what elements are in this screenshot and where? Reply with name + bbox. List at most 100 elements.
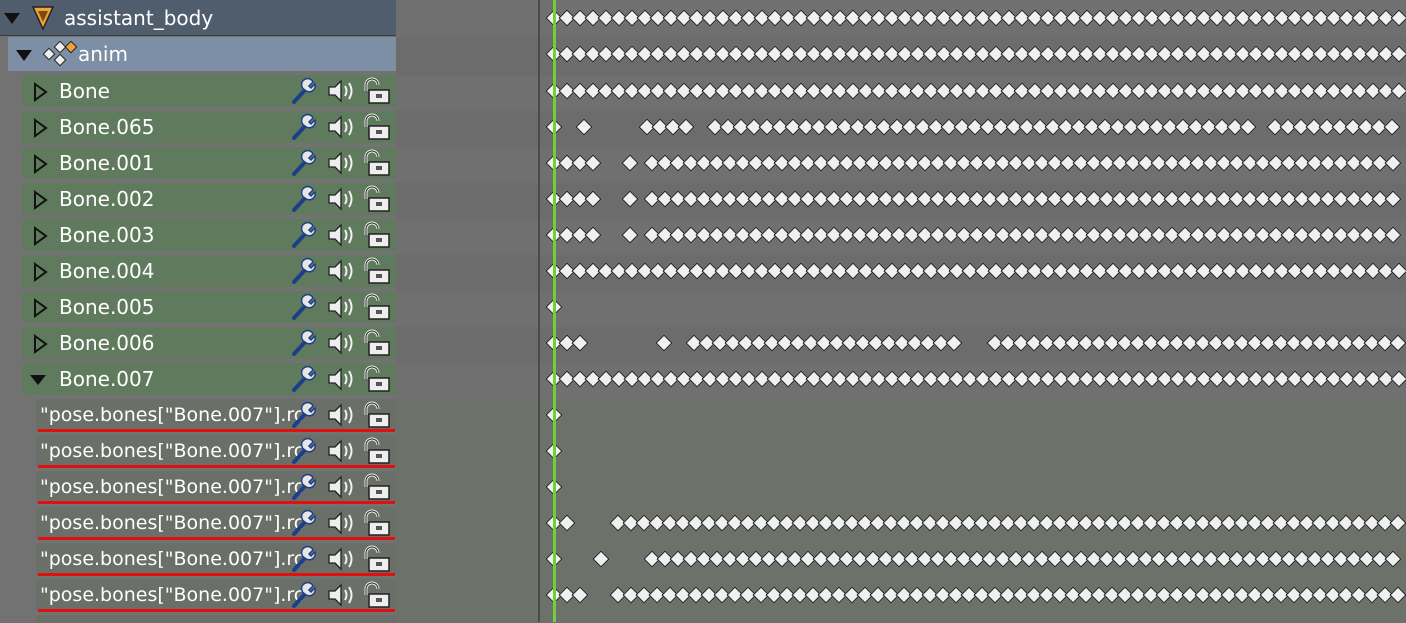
speaker-icon[interactable]: [326, 365, 356, 393]
fcurve-row[interactable]: "pose.bones["Bone.007"].rc: [36, 471, 396, 503]
bone-group-row[interactable]: Bone.001: [22, 147, 396, 179]
speaker-icon[interactable]: [326, 77, 356, 105]
channel-toggles: [290, 545, 394, 573]
wrench-icon[interactable]: [290, 221, 320, 249]
expand-triangle-icon[interactable]: [32, 262, 48, 282]
unlock-icon[interactable]: [360, 509, 392, 537]
unlock-icon[interactable]: [360, 293, 392, 321]
wrench-icon[interactable]: [290, 401, 320, 429]
fcurve-label: "pose.bones["Bone.007"].rc: [40, 440, 302, 462]
action-icon: [42, 41, 78, 67]
bone-group-row[interactable]: Bone.007: [22, 363, 396, 395]
wrench-icon[interactable]: [290, 545, 320, 573]
fcurve-label: "pose.bones["Bone.007"].rc: [40, 476, 302, 498]
wrench-icon[interactable]: [290, 257, 320, 285]
object-row[interactable]: assistant_body: [0, 0, 396, 36]
speaker-icon[interactable]: [326, 149, 356, 177]
bone-group-row[interactable]: Bone.002: [22, 183, 396, 215]
unlock-icon[interactable]: [360, 329, 392, 357]
speaker-icon[interactable]: [326, 545, 356, 573]
channel-toggles: [290, 149, 394, 177]
wrench-icon[interactable]: [290, 293, 320, 321]
channel-toggles: [290, 509, 394, 537]
speaker-icon[interactable]: [326, 257, 356, 285]
fcurve-highlight-underline: [38, 501, 395, 504]
fcurve-label: "pose.bones["Bone.007"].rc: [40, 584, 302, 606]
speaker-icon[interactable]: [326, 509, 356, 537]
object-name: assistant_body: [64, 6, 214, 30]
wrench-icon[interactable]: [290, 77, 320, 105]
channel-toggles: [290, 221, 394, 249]
bone-group-row[interactable]: Bone.006: [22, 327, 396, 359]
channel-toggles: [290, 365, 394, 393]
wrench-icon[interactable]: [290, 113, 320, 141]
unlock-icon[interactable]: [360, 77, 392, 105]
wrench-icon[interactable]: [290, 329, 320, 357]
channel-toggles: [290, 437, 394, 465]
bone-group-label: Bone.002: [59, 187, 155, 211]
fcurve-row[interactable]: "pose.bones["Bone.007"].rc: [36, 543, 396, 575]
channel-toggles: [290, 329, 394, 357]
wrench-icon[interactable]: [290, 437, 320, 465]
unlock-icon[interactable]: [360, 545, 392, 573]
channel-list: assistant_body anim Bone Bone.065 Bone.001…: [0, 0, 396, 623]
collapse-triangle-icon[interactable]: [14, 47, 34, 63]
channel-toggles: [290, 401, 394, 429]
playhead[interactable]: [553, 0, 556, 622]
unlock-icon[interactable]: [360, 473, 392, 501]
action-row[interactable]: anim: [8, 37, 396, 71]
unlock-icon[interactable]: [360, 149, 392, 177]
expand-triangle-icon[interactable]: [32, 298, 48, 318]
speaker-icon[interactable]: [326, 401, 356, 429]
channel-toggles: [290, 473, 394, 501]
bone-group-label: Bone: [59, 79, 110, 103]
speaker-icon[interactable]: [326, 113, 356, 141]
speaker-icon[interactable]: [326, 437, 356, 465]
speaker-icon[interactable]: [326, 293, 356, 321]
unlock-icon[interactable]: [360, 221, 392, 249]
expand-triangle-icon[interactable]: [32, 334, 48, 354]
channel-toggles: [290, 293, 394, 321]
unlock-icon[interactable]: [360, 581, 392, 609]
unlock-icon[interactable]: [360, 113, 392, 141]
speaker-icon[interactable]: [326, 473, 356, 501]
unlock-icon[interactable]: [360, 401, 392, 429]
unlock-icon[interactable]: [360, 185, 392, 213]
bone-group-row[interactable]: Bone.003: [22, 219, 396, 251]
fcurve-highlight-underline: [38, 429, 395, 432]
collapse-triangle-icon[interactable]: [2, 10, 22, 26]
wrench-icon[interactable]: [290, 365, 320, 393]
fcurve-row[interactable]: "pose.bones["Bone.007"].rc: [36, 507, 396, 539]
fcurve-row[interactable]: "pose.bones["Bone.007"].rc: [36, 579, 396, 611]
speaker-icon[interactable]: [326, 581, 356, 609]
unlock-icon[interactable]: [360, 437, 392, 465]
unlock-icon[interactable]: [360, 365, 392, 393]
speaker-icon[interactable]: [326, 329, 356, 357]
wrench-icon[interactable]: [290, 509, 320, 537]
expand-triangle-icon[interactable]: [32, 118, 48, 138]
bone-group-row[interactable]: Bone.065: [22, 111, 396, 143]
unlock-icon[interactable]: [360, 257, 392, 285]
fcurve-label: "pose.bones["Bone.007"].rc: [40, 404, 302, 426]
bone-group-row[interactable]: Bone: [22, 75, 396, 107]
channel-toggles: [290, 257, 394, 285]
expand-triangle-icon[interactable]: [32, 226, 48, 246]
bone-group-row[interactable]: Bone.005: [22, 291, 396, 323]
wrench-icon[interactable]: [290, 473, 320, 501]
expand-triangle-icon[interactable]: [32, 154, 48, 174]
fcurve-row[interactable]: "pose.bones["Bone.007"].rc: [36, 399, 396, 431]
speaker-icon[interactable]: [326, 221, 356, 249]
fcurve-highlight-underline: [38, 573, 395, 576]
bone-group-row[interactable]: Bone.004: [22, 255, 396, 287]
wrench-icon[interactable]: [290, 581, 320, 609]
expand-triangle-icon[interactable]: [32, 190, 48, 210]
fcurve-row[interactable]: "pose.bones["Bone.007"].rc: [36, 435, 396, 467]
bone-group-label: Bone.004: [59, 259, 155, 283]
expand-triangle-icon[interactable]: [32, 82, 48, 102]
speaker-icon[interactable]: [326, 185, 356, 213]
wrench-icon[interactable]: [290, 149, 320, 177]
dopesheet-timeline[interactable]: [396, 0, 1406, 622]
collapse-triangle-icon[interactable]: [28, 371, 48, 387]
wrench-icon[interactable]: [290, 185, 320, 213]
bone-group-label: Bone.006: [59, 331, 155, 355]
